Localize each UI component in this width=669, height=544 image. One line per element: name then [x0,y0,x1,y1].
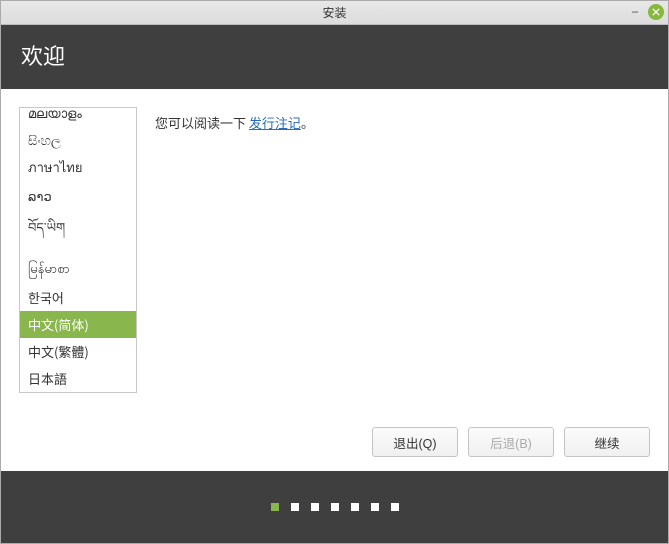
step-dot [391,503,399,511]
step-indicator [1,471,668,543]
installer-window: 安装 – 欢迎 தமிழ்తెలుగుಕನ್ನಡമലയാളംසිංහලภาษาไ… [0,0,669,544]
step-dot [311,503,319,511]
back-button: 后退(B) [468,427,554,457]
language-item[interactable]: 한국어 [20,284,136,311]
language-item[interactable]: 中文(繁體) [20,338,136,365]
intro-prefix: 您可以阅读一下 [155,113,249,132]
language-list[interactable]: தமிழ்తెలుగుಕನ್ನಡമലയാളംසිංහලภาษาไทยລາວབོད… [19,107,137,393]
language-item[interactable]: 中文(简体) [20,311,136,338]
step-dot [271,503,279,511]
step-dot [371,503,379,511]
step-dot [291,503,299,511]
minimize-icon[interactable]: – [628,4,642,18]
continue-button[interactable]: 继续 [564,427,650,457]
release-notes-link[interactable]: 发行注记 [249,113,301,132]
intro-suffix: 。 [301,113,314,132]
language-item[interactable]: ລາວ [20,182,136,209]
content-area: தமிழ்తెలుగుಕನ್ನಡമലയാളംසිංහලภาษาไทยລາວབོད… [1,89,668,427]
footer-buttons: 退出(Q) 后退(B) 继续 [1,427,668,471]
language-item[interactable]: မြန်မာစာ [20,254,136,284]
step-dot [351,503,359,511]
window-title: 安装 [322,4,346,21]
language-item[interactable]: 日本語 [20,365,136,392]
titlebar: 安装 – [1,1,668,25]
language-item[interactable]: བོད་ཡིག [20,209,136,254]
close-icon[interactable] [648,4,664,20]
window-controls: – [628,4,664,20]
quit-button[interactable]: 退出(Q) [372,427,458,457]
intro-text: 您可以阅读一下 发行注记。 [155,107,650,409]
language-item[interactable]: മലയാളം [20,107,136,126]
language-item[interactable]: සිංහල [20,126,136,153]
step-dot [331,503,339,511]
language-item[interactable]: ภาษาไทย [20,153,136,182]
page-title: 欢迎 [1,25,668,89]
